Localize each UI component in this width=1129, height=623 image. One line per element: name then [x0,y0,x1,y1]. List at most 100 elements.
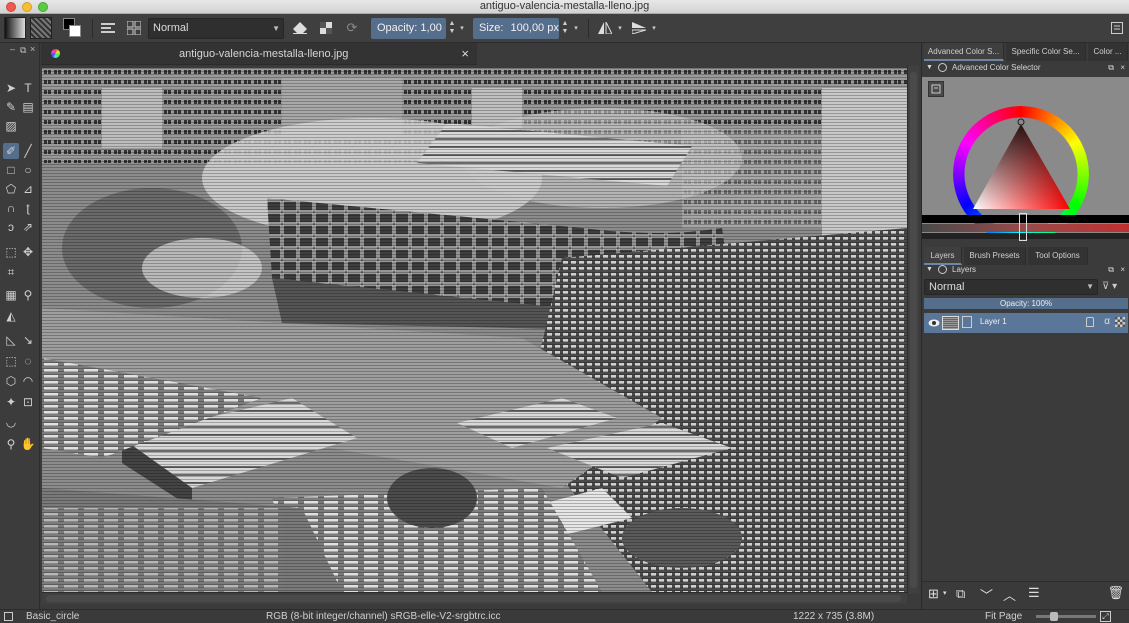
pan-icon[interactable]: ✋ [20,436,36,452]
zoom-mode[interactable]: Fit Page [985,610,1022,623]
multibrush-icon[interactable]: ⇗ [20,219,36,235]
collapse-icon[interactable]: ▼ [926,61,933,75]
zoom-slider[interactable] [1036,615,1096,618]
layer-row[interactable]: Layer 1 α [924,313,1128,333]
close-docker-icon[interactable]: × [30,44,35,54]
rect-select-icon[interactable]: ⬚ [3,353,19,369]
freehand-path-icon[interactable]: ʈ [20,200,36,216]
calligraphy-icon[interactable]: ▤ [20,99,36,115]
layer-filter-icon[interactable]: ⊽ ▾ [1102,279,1126,295]
toolbox-menu-icon[interactable]: – [10,44,15,54]
reload-preset-icon[interactable]: ⟳ [342,17,362,39]
toolbar-menu-icon[interactable] [1108,17,1126,39]
zoom-icon[interactable]: ⚲ [3,436,19,452]
window-title-bar: antiguo-valencia-mestalla-lleno.jpg [0,0,1129,14]
collapse-icon[interactable]: ▼ [926,263,933,277]
float-docker-icon[interactable]: ⧉ [1108,263,1114,277]
chevron-down-icon: ▼ [272,24,280,33]
gradient-preset-button[interactable] [4,17,26,39]
measure-icon[interactable]: ↘ [20,332,36,348]
tab-advanced-color-selector[interactable]: Advanced Color S... [924,43,1004,61]
ellipse-select-icon[interactable]: ◌ [20,353,36,369]
blend-mode-select[interactable]: Normal ▼ [148,18,284,39]
minimize-window-button[interactable] [22,2,32,12]
tab-color[interactable]: Color ... [1088,43,1128,61]
docker-title-icon [938,63,947,72]
assistant-icon[interactable]: ◺ [3,332,19,348]
layer-opacity-slider[interactable]: Opacity: 100% [924,298,1128,309]
edit-shapes-icon[interactable]: ✎ [3,99,19,115]
crop-icon[interactable]: ⌗ [3,264,19,280]
text-icon[interactable]: T [20,80,36,96]
eye-visibility-icon[interactable] [928,317,940,329]
shade-selector-handle[interactable] [1019,213,1027,241]
float-docker-icon[interactable]: ⧉ [20,45,26,56]
delete-layer-icon[interactable]: 🗑 [1107,585,1124,601]
move-icon[interactable]: ✥ [20,244,36,260]
mirror-vertical-icon[interactable] [628,17,650,39]
chevron-down-icon[interactable]: ▾ [943,589,947,597]
layer-blend-mode-select[interactable]: Normal ▼ [924,279,1098,295]
fill-icon[interactable]: ◭ [3,308,19,324]
horizontal-scroll-thumb[interactable] [46,595,901,602]
add-layer-icon[interactable]: ⊞ [928,586,939,602]
inherit-alpha-icon[interactable] [1115,317,1125,327]
contiguous-select-icon[interactable]: ✦ [3,394,19,410]
status-bar: Basic_circle RGB (8-bit integer/channel)… [0,609,1129,623]
close-docker-icon[interactable]: × [1120,263,1125,277]
alpha-lock-icon[interactable]: α [1104,316,1110,327]
close-tab-icon[interactable]: × [461,46,469,61]
line-icon[interactable]: ╱ [20,143,36,159]
layer-properties-icon[interactable]: ☰ [1028,585,1040,601]
pattern-preset-button[interactable] [30,17,52,39]
document-tab[interactable]: antiguo-valencia-mestalla-lleno.jpg × [41,43,477,65]
gradient-icon[interactable]: ▦ [3,287,19,303]
ellipse-icon[interactable]: ○ [20,162,36,178]
eraser-mode-icon[interactable] [290,17,310,39]
chevron-down-icon[interactable]: ▾ [458,17,466,39]
vertical-scrollbar[interactable] [907,66,919,594]
opacity-stepper[interactable]: ▲ ▼ [447,17,457,39]
gradient-editor-icon[interactable]: ▨ [3,118,19,134]
move-layer-up-icon[interactable]: ︿ [1003,585,1016,604]
zoom-window-button[interactable] [38,2,48,12]
bezier-icon[interactable]: ∩ [3,200,19,216]
chevron-down-icon[interactable]: ▾ [650,17,658,39]
preserve-alpha-icon[interactable] [316,17,336,39]
select-shapes-icon[interactable]: ➤ [3,80,19,96]
background-color-swatch[interactable] [69,25,81,37]
document-tab-title: antiguo-valencia-mestalla-lleno.jpg [179,48,349,60]
zoom-slider-handle[interactable] [1050,612,1058,621]
fit-page-icon[interactable]: ⤢ [1100,611,1111,622]
chevron-down-icon[interactable]: ▾ [572,17,580,39]
float-docker-icon[interactable]: ⧉ [1108,61,1114,75]
vertical-scroll-thumb[interactable] [910,72,917,588]
dynamic-brush-icon[interactable]: ↄ [3,219,19,235]
color-picker-icon[interactable]: ⚲ [20,287,36,303]
transform-icon[interactable]: ⬚ [3,244,19,260]
freehand-brush-icon[interactable]: ✐ [3,143,19,159]
canvas[interactable] [42,68,907,592]
edit-brush-settings-icon[interactable] [98,17,118,39]
close-window-button[interactable] [6,2,16,12]
freehand-select-icon[interactable]: ◠ [20,373,36,389]
rectangle-icon[interactable]: □ [3,162,19,178]
lock-icon[interactable] [1086,317,1094,327]
fg-bg-color-button[interactable] [60,17,84,39]
polygon-select-icon[interactable]: ⬡ [3,373,19,389]
horizontal-scrollbar[interactable] [42,592,907,604]
chevron-down-icon[interactable]: ▾ [616,17,624,39]
size-stepper[interactable]: ▲ ▼ [560,17,570,39]
opacity-slider[interactable]: Opacity: 1,00 [371,18,446,39]
move-layer-down-icon[interactable]: ﹀ [980,585,993,604]
polygon-icon[interactable]: ⬠ [3,181,19,197]
tab-specific-color-selector[interactable]: Specific Color Se... [1006,43,1086,61]
duplicate-layer-icon[interactable]: ⧉ [956,586,965,602]
size-slider[interactable]: Size: 100,00 px [473,18,559,39]
mirror-horizontal-icon[interactable] [594,17,616,39]
similar-select-icon[interactable]: ⊡ [20,394,36,410]
brush-presets-icon[interactable] [124,17,144,39]
bezier-select-icon[interactable]: ◡ [3,414,19,430]
polyline-icon[interactable]: ⊿ [20,181,36,197]
close-docker-icon[interactable]: × [1120,61,1125,75]
